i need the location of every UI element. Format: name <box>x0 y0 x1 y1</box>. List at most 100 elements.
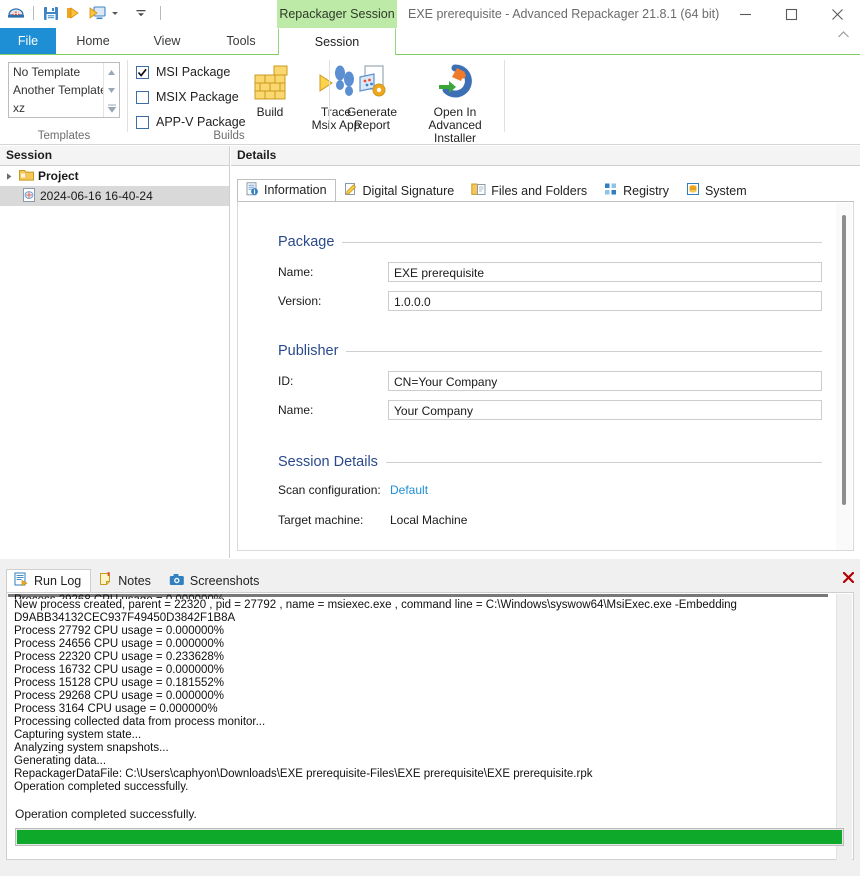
link-scan-configuration[interactable]: Default <box>390 483 428 497</box>
ribbon: No Template Another Template xz Template… <box>0 55 860 145</box>
build-button[interactable]: Build <box>238 61 302 119</box>
digital-signature-icon <box>344 182 358 199</box>
generate-report-button[interactable]: Generate Report <box>336 61 408 132</box>
field-scan-configuration: Scan configuration: Default <box>278 483 822 497</box>
tab-screenshots[interactable]: Screenshots <box>161 569 269 592</box>
ribbon-tab-file[interactable]: File <box>0 28 56 55</box>
value-target-machine: Local Machine <box>390 513 468 527</box>
close-panel-icon[interactable] <box>840 569 856 585</box>
scroll-up-icon[interactable] <box>104 63 119 81</box>
field-target-machine: Target machine: Local Machine <box>278 513 822 527</box>
scroll-expand-icon[interactable] <box>104 99 119 117</box>
section-title-session-details: Session Details <box>278 454 822 470</box>
input-publisher-id[interactable]: CN=Your Company <box>388 371 822 391</box>
open-in-advanced-installer-icon <box>408 61 502 103</box>
template-item-another-template[interactable]: Another Template <box>9 81 103 99</box>
tab-registry[interactable]: Registry <box>596 179 678 202</box>
report-document-icon <box>336 61 408 103</box>
log-line: Process 22320 CPU usage = 0.233628% <box>14 651 225 663</box>
checkbox-appv-package[interactable]: APP-V Package <box>136 115 246 129</box>
tab-system-label: System <box>704 183 747 198</box>
details-tabstrip: Information Digital Signature Files and … <box>237 179 756 202</box>
tab-run-log-label: Run Log <box>34 573 82 588</box>
qat-separator-2 <box>160 6 161 20</box>
tree-node-session-snapshot[interactable]: 2024-06-16 16-40-24 <box>0 186 229 206</box>
close-button[interactable] <box>814 0 860 28</box>
scroll-down-icon[interactable] <box>104 81 119 99</box>
log-line: Process 3164 CPU usage = 0.000000% <box>14 703 218 715</box>
log-line: Processing collected data from process m… <box>14 716 266 728</box>
open-in-ai-label-line2: Installer <box>433 131 477 145</box>
input-publisher-name[interactable]: Your Company <box>388 400 822 420</box>
templates-scrollbar[interactable] <box>103 63 119 117</box>
tree-node-session-label: 2024-06-16 16-40-24 <box>40 189 153 203</box>
section-rule <box>342 241 822 243</box>
ribbon-tab-view[interactable]: View <box>130 28 204 55</box>
label-scan-configuration: Scan configuration: <box>278 483 381 497</box>
maximize-button[interactable] <box>768 0 814 28</box>
template-item-xz[interactable]: xz <box>9 99 103 117</box>
log-line: Analyzing system snapshots... <box>14 742 169 754</box>
tab-files-and-folders[interactable]: Files and Folders <box>463 179 596 202</box>
session-snapshot-icon <box>22 187 36 205</box>
open-in-advanced-installer-button[interactable]: Open In Advanced Installer <box>408 61 502 145</box>
chevron-right-icon[interactable] <box>4 171 15 182</box>
ribbon-group-builds: MSI Package MSIX Package APP-V Package B… <box>128 55 360 144</box>
tab-information-label: Information <box>264 183 327 197</box>
checkbox-msi-package[interactable]: MSI Package <box>136 65 230 79</box>
tab-notes[interactable]: Notes <box>91 569 161 592</box>
tab-files-and-folders-label: Files and Folders <box>491 183 588 198</box>
tab-digital-signature[interactable]: Digital Signature <box>336 179 464 202</box>
section-title-package: Package <box>278 234 822 250</box>
details-scrollbar-thumb[interactable] <box>842 215 846 505</box>
checkbox-msix-package[interactable]: MSIX Package <box>136 90 239 104</box>
tree-node-project[interactable]: Project <box>0 166 229 186</box>
ribbon-tab-tools[interactable]: Tools <box>204 28 278 55</box>
tab-information[interactable]: Information <box>237 179 336 202</box>
registry-icon <box>604 182 618 199</box>
chevron-down-icon[interactable] <box>110 3 130 23</box>
tab-digital-signature-label: Digital Signature <box>362 183 455 198</box>
details-scrollbar[interactable] <box>836 203 852 550</box>
minimize-button[interactable] <box>722 0 768 28</box>
ribbon-tabstrip: File Home View Tools Session <box>0 28 860 55</box>
ribbon-tab-home[interactable]: Home <box>56 28 130 55</box>
build-icon[interactable] <box>64 3 84 23</box>
save-icon[interactable] <box>41 3 61 23</box>
log-line: Capturing system state... <box>14 729 142 741</box>
window-controls <box>722 0 860 28</box>
qat-separator-1 <box>33 6 34 20</box>
section-publisher: Publisher ID: CN=Your Company Name: Your… <box>278 343 822 420</box>
log-tabstrip: Run Log Notes Screenshots <box>6 569 269 592</box>
chevron-up-icon[interactable] <box>837 30 850 42</box>
log-line: Process 24656 CPU usage = 0.000000% <box>14 638 225 650</box>
checkbox-label-msi: MSI Package <box>156 65 231 79</box>
templates-listbox[interactable]: No Template Another Template xz <box>8 62 120 118</box>
log-line: Process 29268 CPU usage = 0.000000% <box>14 690 225 702</box>
tab-run-log[interactable]: Run Log <box>6 569 92 592</box>
app-logo-icon[interactable] <box>6 3 26 23</box>
log-line: Process 15128 CPU usage = 0.181552% <box>14 677 225 689</box>
bricks-build-icon <box>238 61 302 103</box>
ribbon-tab-session[interactable]: Session <box>278 28 396 55</box>
run-build-icon[interactable] <box>87 3 107 23</box>
field-package-name: Name: EXE prerequisite <box>278 262 822 282</box>
template-item-no-template[interactable]: No Template <box>9 63 103 81</box>
generate-report-label-line2: Report <box>353 118 391 132</box>
label-target-machine: Target machine: <box>278 513 364 527</box>
customize-quick-access-icon[interactable] <box>133 3 153 23</box>
tab-registry-label: Registry <box>623 183 669 198</box>
input-package-name[interactable]: EXE prerequisite <box>388 262 822 282</box>
tab-system[interactable]: System <box>678 179 756 202</box>
progress-bar <box>15 828 844 846</box>
progress-bar-fill <box>17 830 842 844</box>
log-line: Process 27792 CPU usage = 0.000000% <box>14 625 225 637</box>
input-package-version[interactable]: 1.0.0.0 <box>388 291 822 311</box>
log-line: D9ABB34132CEC937F49450D3842F1B8A <box>14 612 236 624</box>
log-line: RepackagerDataFile: C:\Users\caphyon\Dow… <box>14 768 593 780</box>
log-scrollbar[interactable] <box>836 594 852 860</box>
section-rule <box>346 350 822 352</box>
label-publisher-id: ID: <box>278 374 294 388</box>
field-publisher-id: ID: CN=Your Company <box>278 371 822 391</box>
log-text-area[interactable]: Process 29268 CPU usage = 0.000000% New … <box>8 594 828 840</box>
